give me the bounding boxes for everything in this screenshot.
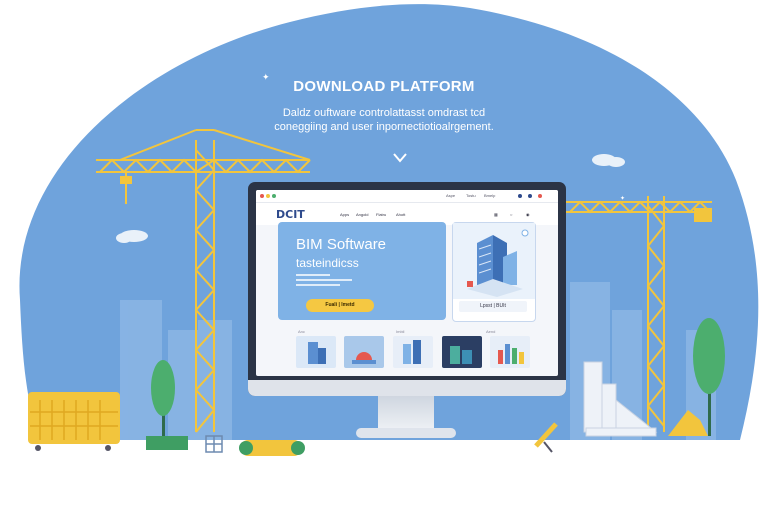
- menu-icon[interactable]: ▦: [494, 212, 498, 217]
- user-icon[interactable]: ◉: [526, 212, 530, 217]
- building-illustration: [453, 223, 535, 299]
- hero-card-title: BIM Software: [296, 236, 387, 253]
- crane-hook: [120, 176, 132, 184]
- monitor-base: [356, 428, 456, 438]
- browser-topbar: Aspe Tostu Bmelp: [256, 190, 558, 203]
- nav-link[interactable]: Angold: [356, 212, 368, 217]
- text-line: [296, 279, 352, 281]
- green-block: [146, 436, 188, 450]
- chart-thumbnail: [498, 344, 524, 364]
- monitor-chin: [248, 380, 566, 396]
- website-screen: Aspe Tostu Bmelp DCIT Apps Angold Flatru…: [256, 190, 558, 376]
- building-thumbnail: [308, 342, 326, 364]
- text-line: [296, 284, 340, 286]
- thumbnail-card[interactable]: [393, 336, 433, 368]
- text-line: [296, 274, 330, 276]
- hero-card-subtitle: tasteindicss: [296, 256, 359, 270]
- dome-thumbnail: [352, 352, 376, 364]
- hero-card: BIM Software tasteindicss Fuali | Imetd: [278, 222, 446, 320]
- thumbnail-card[interactable]: [490, 336, 530, 368]
- topbar-icon[interactable]: [538, 194, 542, 198]
- featured-card[interactable]: Lpsst | BUIt: [452, 222, 536, 322]
- basket-icon: [28, 392, 120, 451]
- hero-subtitle-line1: Daldz ouftware controlattasst omdrast tc…: [282, 107, 486, 119]
- skyline-thumbnail: [450, 346, 472, 364]
- topbar-link[interactable]: Aspe: [446, 193, 455, 198]
- window-minimize-dot[interactable]: [266, 194, 270, 198]
- cta-button[interactable]: Fuali | Imetd: [306, 299, 374, 312]
- section-label: Anc: [298, 329, 305, 334]
- thumbnail-card[interactable]: [344, 336, 384, 368]
- window-close-dot[interactable]: [260, 194, 264, 198]
- nav-link[interactable]: Ahott: [396, 212, 405, 217]
- hero-title: DOWNLOAD PLATFORM: [293, 78, 475, 95]
- hero-subtitle: Daldz ouftware controlattasst omdrast tc…: [234, 106, 534, 134]
- monitor-stand: [378, 396, 434, 430]
- topbar-link[interactable]: Bmelp: [484, 193, 495, 198]
- topbar-icon[interactable]: [518, 194, 522, 198]
- topbar-link[interactable]: Tostu: [466, 193, 476, 198]
- nav-link[interactable]: Flatru: [376, 212, 386, 217]
- section-label: Imbil: [396, 329, 405, 334]
- hero-subtitle-line2: coneggiing and user inpornectiotioalrgem…: [274, 121, 494, 133]
- sparkle-icon: ✦: [594, 29, 601, 38]
- tape-measure-icon: [239, 440, 305, 456]
- window-zoom-dot[interactable]: [272, 194, 276, 198]
- featured-badge: Lpsst | BUIt: [459, 301, 527, 312]
- topbar-icon[interactable]: [528, 194, 532, 198]
- thumbnail-card[interactable]: [442, 336, 482, 368]
- tower-thumbnail: [403, 340, 421, 364]
- sparkle-icon: ✦: [620, 195, 625, 202]
- nav-link[interactable]: Apps: [340, 212, 349, 217]
- thumbnail-card[interactable]: [296, 336, 336, 368]
- crane-counterweight: [694, 208, 712, 222]
- search-icon[interactable]: ○: [510, 212, 512, 217]
- site-logo[interactable]: DCIT: [276, 208, 305, 221]
- section-label: Aend: [486, 329, 496, 334]
